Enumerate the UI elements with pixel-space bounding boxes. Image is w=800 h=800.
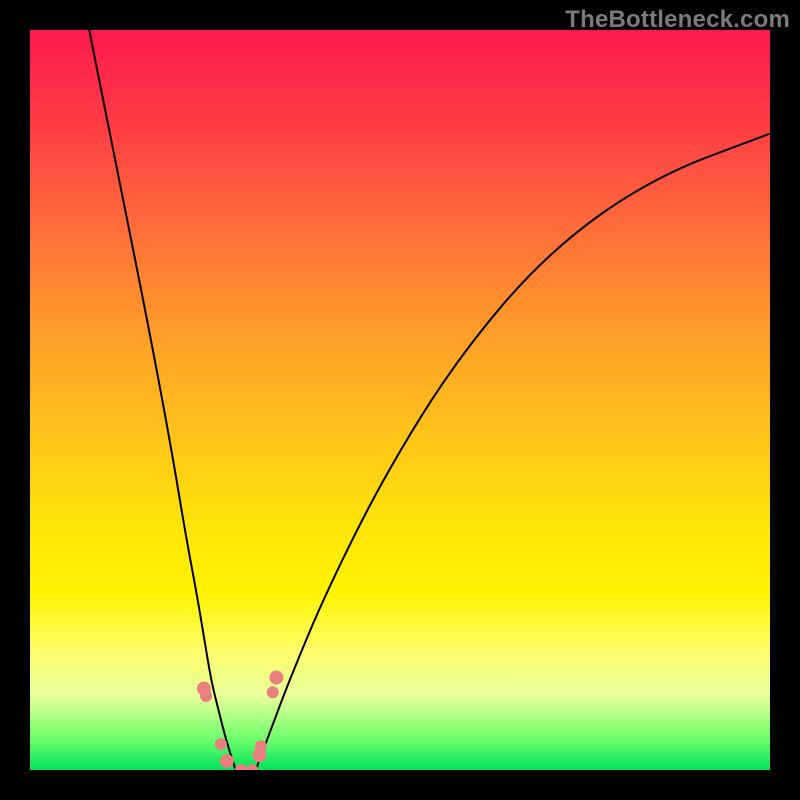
marker-dot	[246, 764, 258, 770]
marker-dot	[197, 682, 211, 696]
marker-dot	[269, 671, 283, 685]
right-curve	[256, 134, 770, 770]
marker-dot	[252, 748, 266, 762]
watermark-text: TheBottleneck.com	[565, 6, 790, 34]
marker-dot	[267, 686, 279, 698]
marker-dot	[255, 740, 267, 752]
marker-dot	[200, 690, 212, 702]
curves-svg	[30, 30, 770, 770]
left-curve	[89, 30, 236, 770]
marker-dot	[220, 754, 234, 768]
chart-stage: TheBottleneck.com	[0, 0, 800, 800]
marker-dot	[215, 738, 227, 750]
marker-dot	[235, 764, 247, 770]
markers-group	[197, 671, 284, 771]
plot-area	[30, 30, 770, 770]
